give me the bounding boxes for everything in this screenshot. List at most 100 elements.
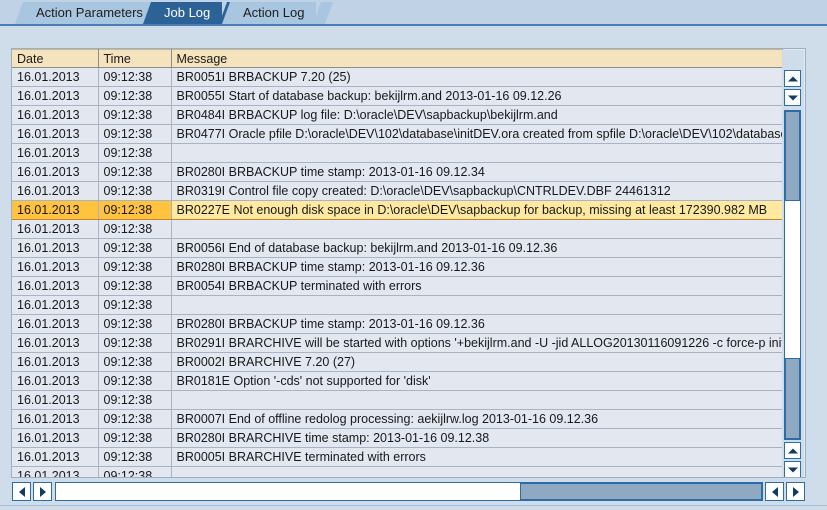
table-row[interactable]: 16.01.2013 09:12:38 xyxy=(12,219,783,239)
cell-date: 16.01.2013 xyxy=(12,238,99,258)
triangle-up-icon xyxy=(787,448,798,453)
tab-left-edge xyxy=(15,2,36,24)
cell-date: 16.01.2013 xyxy=(12,219,99,239)
cell-time: 09:12:38 xyxy=(98,276,172,296)
table-row[interactable]: 16.01.2013 09:12:38 xyxy=(12,390,783,410)
cell-date: 16.01.2013 xyxy=(12,314,99,334)
cell-time: 09:12:38 xyxy=(98,314,172,334)
column-header-time[interactable]: Time xyxy=(98,49,172,68)
triangle-down-icon xyxy=(787,95,798,100)
table-row[interactable]: 16.01.2013 09:12:38 BR0051I BRBACKUP 7.20 … xyxy=(12,67,783,87)
tab-action-parameters[interactable]: Action Parameters xyxy=(15,2,172,24)
vertical-scroll-thumb-lower[interactable] xyxy=(785,358,800,439)
cell-message: BR0291I BRARCHIVE will be started with o… xyxy=(171,333,783,353)
table-row[interactable]: 16.01.2013 09:12:38 BR0280I BRARCHIVE time… xyxy=(12,428,783,448)
cell-message xyxy=(171,390,783,410)
table-row[interactable]: 16.01.2013 09:12:38 xyxy=(12,295,783,315)
column-header-date[interactable]: Date xyxy=(12,49,99,68)
cell-date: 16.01.2013 xyxy=(12,200,99,220)
cell-message: BR0005I BRARCHIVE terminated with errors xyxy=(171,447,783,467)
table-row[interactable]: 16.01.2013 09:12:38 xyxy=(12,466,783,477)
log-grid-frame: Date Time Message 16.01.2013 09:12:38 BR00… xyxy=(11,48,806,478)
table-row[interactable]: 16.01.2013 09:12:38 BR0319I Control file c… xyxy=(12,181,783,201)
vertical-scroll-thumb-upper[interactable] xyxy=(785,111,800,201)
cell-date: 16.01.2013 xyxy=(12,105,99,125)
tab-strip: Action Parameters Job Log Action Log xyxy=(0,0,827,24)
cell-time: 09:12:38 xyxy=(98,371,172,391)
table-header-row: Date Time Message xyxy=(12,49,783,68)
cell-message: BR0051I BRBACKUP 7.20 (25) xyxy=(171,67,783,87)
log-grid-viewport[interactable]: Date Time Message 16.01.2013 09:12:38 BR00… xyxy=(12,49,783,477)
scroll-up-button-top[interactable] xyxy=(784,70,801,87)
cell-date: 16.01.2013 xyxy=(12,371,99,391)
tab-action-log-label: Action Log xyxy=(243,5,305,20)
cell-message: BR0056I End of database backup: bekijlrm… xyxy=(171,238,783,258)
cell-message: BR0181E Option '-cds' not supported for … xyxy=(171,371,783,391)
job-log-window: Action Parameters Job Log Action Log Dat… xyxy=(0,0,827,510)
tab-job-log[interactable]: Job Log xyxy=(143,2,240,24)
cell-time: 09:12:38 xyxy=(98,257,172,277)
triangle-left-icon xyxy=(771,486,778,497)
scroll-right-button-start[interactable] xyxy=(33,482,52,501)
scroll-up-button-bottom[interactable] xyxy=(784,442,801,459)
scroll-down-button-top[interactable] xyxy=(784,89,801,106)
cell-message: BR0319I Control file copy created: D:\or… xyxy=(171,181,783,201)
table-row[interactable]: 16.01.2013 09:12:38 BR0280I BRBACKUP time … xyxy=(12,257,783,277)
cell-message: BR0280I BRARCHIVE time stamp: 2013-01-16… xyxy=(171,428,783,448)
table-row[interactable]: 16.01.2013 09:12:38 BR0056I End of databas… xyxy=(12,238,783,258)
vertical-scrollbar[interactable] xyxy=(782,50,804,477)
table-row[interactable]: 16.01.2013 09:12:38 BR0484I BRBACKUP log f… xyxy=(12,105,783,125)
cell-message: BR0055I Start of database backup: bekijl… xyxy=(171,86,783,106)
table-row[interactable]: 16.01.2013 09:12:38 BR0477I Oracle pfile D… xyxy=(12,124,783,144)
cell-time: 09:12:38 xyxy=(98,447,172,467)
cell-time: 09:12:38 xyxy=(98,143,172,163)
job-log-panel: Date Time Message 16.01.2013 09:12:38 BR00… xyxy=(0,24,827,510)
cell-time: 09:12:38 xyxy=(98,409,172,429)
tab-action-parameters-label: Action Parameters xyxy=(36,5,143,20)
tab-action-log[interactable]: Action Log xyxy=(222,2,334,24)
cell-time: 09:12:38 xyxy=(98,219,172,239)
table-row[interactable]: 16.01.2013 09:12:38 BR0291I BRARCHIVE will… xyxy=(12,333,783,353)
table-row[interactable]: 16.01.2013 09:12:38 xyxy=(12,143,783,163)
table-row[interactable]: 16.01.2013 09:12:38 BR0055I Start of datab… xyxy=(12,86,783,106)
cell-date: 16.01.2013 xyxy=(12,352,99,372)
cell-time: 09:12:38 xyxy=(98,238,172,258)
table-row[interactable]: 16.01.2013 09:12:38 BR0005I BRARCHIVE term… xyxy=(12,447,783,467)
horizontal-scroll-thumb[interactable] xyxy=(520,483,762,500)
table-row[interactable]: 16.01.2013 09:12:38 BR0002I BRARCHIVE 7.20… xyxy=(12,352,783,372)
table-row[interactable]: 16.01.2013 09:12:38 BR0054I BRBACKUP termi… xyxy=(12,276,783,296)
cell-time: 09:12:38 xyxy=(98,162,172,182)
scroll-down-button-bottom[interactable] xyxy=(784,461,801,477)
horizontal-scrollbar[interactable] xyxy=(11,481,806,503)
table-row[interactable]: 16.01.2013 09:12:38 BR0280I BRBACKUP time … xyxy=(12,162,783,182)
vertical-scroll-track[interactable] xyxy=(784,110,801,440)
table-row[interactable]: 16.01.2013 09:12:38 BR0280I BRBACKUP time … xyxy=(12,314,783,334)
scroll-left-button-end[interactable] xyxy=(765,482,784,501)
cell-message xyxy=(171,466,783,477)
cell-time: 09:12:38 xyxy=(98,428,172,448)
table-row[interactable]: 16.01.2013 09:12:38 BR0227E Not enough dis… xyxy=(12,200,783,220)
cell-message: BR0054I BRBACKUP terminated with errors xyxy=(171,276,783,296)
cell-date: 16.01.2013 xyxy=(12,295,99,315)
tab-job-log-label: Job Log xyxy=(164,5,211,20)
cell-message: BR0280I BRBACKUP time stamp: 2013-01-16 … xyxy=(171,162,783,182)
scroll-right-button-end[interactable] xyxy=(786,482,805,501)
scroll-left-button-start[interactable] xyxy=(12,482,31,501)
cell-message: BR0280I BRBACKUP time stamp: 2013-01-16 … xyxy=(171,314,783,334)
cell-time: 09:12:38 xyxy=(98,67,172,87)
cell-message: BR0002I BRARCHIVE 7.20 (27) xyxy=(171,352,783,372)
cell-time: 09:12:38 xyxy=(98,390,172,410)
horizontal-scroll-track[interactable] xyxy=(55,482,763,501)
cell-date: 16.01.2013 xyxy=(12,257,99,277)
cell-time: 09:12:38 xyxy=(98,295,172,315)
cell-date: 16.01.2013 xyxy=(12,124,99,144)
cell-date: 16.01.2013 xyxy=(12,428,99,448)
cell-message: BR0280I BRBACKUP time stamp: 2013-01-16 … xyxy=(171,257,783,277)
cell-message: BR0007I End of offline redolog processin… xyxy=(171,409,783,429)
table-row[interactable]: 16.01.2013 09:12:38 BR0181E Option '-cds' … xyxy=(12,371,783,391)
column-header-message[interactable]: Message xyxy=(171,49,783,68)
table-row[interactable]: 16.01.2013 09:12:38 BR0007I End of offline… xyxy=(12,409,783,429)
cell-date: 16.01.2013 xyxy=(12,86,99,106)
cell-time: 09:12:38 xyxy=(98,466,172,477)
tab-right-edge xyxy=(313,2,334,24)
